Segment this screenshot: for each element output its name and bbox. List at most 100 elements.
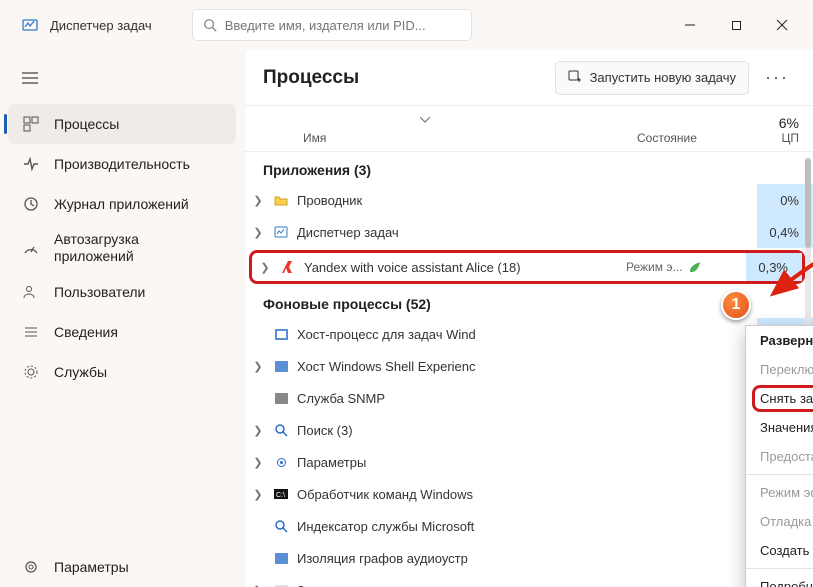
app-icon bbox=[271, 553, 291, 564]
process-row[interactable]: ❯ Диспетчер задач 0,4% bbox=[245, 216, 813, 248]
close-button[interactable] bbox=[759, 9, 805, 41]
grid-icon bbox=[22, 115, 40, 133]
ctx-dump[interactable]: Создать файл дампа памяти bbox=[746, 536, 813, 565]
gear-icon bbox=[271, 456, 291, 469]
scrollbar-thumb[interactable] bbox=[805, 158, 811, 248]
cmd-icon: C:\ bbox=[271, 489, 291, 499]
column-headers[interactable]: Имя Состояние 6% ЦП bbox=[245, 106, 813, 152]
history-icon bbox=[22, 195, 40, 213]
app-icon bbox=[271, 329, 291, 340]
process-name: Диспетчер задач bbox=[291, 225, 637, 240]
sort-indicator-icon bbox=[405, 106, 445, 126]
chevron-right-icon[interactable]: ❯ bbox=[252, 261, 278, 274]
ctx-end-task[interactable]: Снять задачу bbox=[746, 384, 813, 413]
sidebar-item-label: Производительность bbox=[54, 156, 190, 172]
taskmgr-icon bbox=[271, 226, 291, 238]
sidebar-item-label: Журнал приложений bbox=[54, 196, 189, 212]
sidebar-item-label: Параметры bbox=[54, 559, 129, 575]
sidebar-item-users[interactable]: Пользователи bbox=[0, 272, 244, 312]
process-row[interactable]: Хост-процесс для задач Wind% bbox=[245, 318, 813, 350]
play-plus-icon bbox=[568, 69, 582, 86]
pulse-icon bbox=[22, 155, 40, 173]
menu-toggle-button[interactable] bbox=[0, 58, 244, 98]
yandex-icon bbox=[278, 260, 298, 274]
chevron-right-icon[interactable]: ❯ bbox=[245, 584, 271, 587]
process-row-highlighted[interactable]: ❯ Yandex with voice assistant Alice (18)… bbox=[249, 250, 805, 284]
process-name: Служба SNMP bbox=[291, 391, 637, 406]
sidebar-item-label: Службы bbox=[54, 364, 107, 380]
process-name: Хост Windows Shell Experienc bbox=[291, 359, 637, 374]
col-state[interactable]: Состояние bbox=[637, 131, 757, 145]
process-row[interactable]: ❯Запустить..% bbox=[245, 574, 813, 587]
process-name: Изоляция графов аудиоустр bbox=[291, 551, 637, 566]
sidebar-item-details[interactable]: Сведения bbox=[0, 312, 244, 352]
sidebar-item-label: Сведения bbox=[54, 324, 118, 340]
search-icon bbox=[203, 18, 217, 32]
process-row[interactable]: Служба SNMP% bbox=[245, 382, 813, 414]
maximize-button[interactable] bbox=[713, 9, 759, 41]
new-task-button[interactable]: Запустить новую задачу bbox=[555, 61, 749, 95]
process-state: Режим э... bbox=[626, 260, 746, 274]
ctx-details[interactable]: Подробно bbox=[746, 572, 813, 587]
process-row[interactable]: Изоляция графов аудиоустр% bbox=[245, 542, 813, 574]
search-input[interactable] bbox=[225, 18, 461, 33]
process-row[interactable]: ❯ Проводник 0% bbox=[245, 184, 813, 216]
annotation-badge-1: 1 bbox=[721, 290, 751, 320]
app-icon bbox=[271, 393, 291, 404]
chevron-right-icon[interactable]: ❯ bbox=[245, 488, 271, 501]
ctx-feedback: Предоставить отзыв bbox=[746, 442, 813, 471]
ctx-resource-values[interactable]: Значения ресурсов❯ bbox=[746, 413, 813, 442]
chevron-right-icon[interactable]: ❯ bbox=[245, 226, 271, 239]
context-menu: Развернуть Переключи Снять задачу Значен… bbox=[745, 325, 813, 587]
process-name: Поиск (3) bbox=[291, 423, 637, 438]
sidebar-item-app-history[interactable]: Журнал приложений bbox=[0, 184, 244, 224]
sidebar-item-startup[interactable]: Автозагрузка приложений bbox=[0, 224, 244, 272]
more-button[interactable]: ··· bbox=[757, 61, 797, 95]
sidebar-item-label: Пользователи bbox=[54, 284, 145, 300]
process-name: Проводник bbox=[291, 193, 637, 208]
sidebar-item-label: Автозагрузка приложений bbox=[54, 231, 204, 265]
search-icon bbox=[271, 424, 291, 437]
sidebar-item-performance[interactable]: Производительность bbox=[0, 144, 244, 184]
search-box[interactable] bbox=[192, 9, 472, 41]
sidebar: Процессы Производительность Журнал прило… bbox=[0, 50, 245, 587]
process-name: Параметры bbox=[291, 455, 637, 470]
process-cpu: 0,3% bbox=[746, 253, 802, 281]
sidebar-item-label: Процессы bbox=[54, 116, 119, 132]
speed-icon bbox=[22, 239, 40, 257]
col-cpu[interactable]: 6% ЦП bbox=[757, 115, 813, 145]
process-name: Запустить.. bbox=[291, 583, 637, 587]
sidebar-item-services[interactable]: Службы bbox=[0, 352, 244, 392]
app-icon bbox=[271, 361, 291, 372]
services-icon bbox=[22, 363, 40, 381]
ctx-switch-to: Переключи bbox=[746, 355, 813, 384]
new-task-label: Запустить новую задачу bbox=[590, 70, 736, 85]
search-icon bbox=[271, 520, 291, 533]
group-apps: Приложения (3) bbox=[245, 152, 813, 184]
sidebar-item-processes[interactable]: Процессы bbox=[8, 104, 236, 144]
minimize-button[interactable] bbox=[667, 9, 713, 41]
chevron-right-icon[interactable]: ❯ bbox=[245, 194, 271, 207]
process-name: Yandex with voice assistant Alice (18) bbox=[298, 260, 626, 275]
chevron-right-icon[interactable]: ❯ bbox=[245, 456, 271, 469]
ctx-efficiency: Режим эффективности bbox=[746, 478, 813, 507]
col-name[interactable]: Имя bbox=[285, 131, 637, 145]
process-row[interactable]: ❯C:\Обработчик команд Windows% bbox=[245, 478, 813, 510]
sidebar-item-settings[interactable]: Параметры bbox=[0, 547, 244, 587]
list-icon bbox=[22, 323, 40, 341]
process-row[interactable]: Индексатор службы Microsoft% bbox=[245, 510, 813, 542]
folder-icon bbox=[271, 194, 291, 206]
ctx-debug: Отладка bbox=[746, 507, 813, 536]
gear-icon bbox=[22, 558, 40, 576]
users-icon bbox=[22, 283, 40, 301]
process-row[interactable]: ❯Хост Windows Shell Experienc% bbox=[245, 350, 813, 382]
process-row[interactable]: ❯Параметры% bbox=[245, 446, 813, 478]
app-icon bbox=[22, 17, 38, 33]
process-name: Индексатор службы Microsoft bbox=[291, 519, 637, 534]
ctx-expand[interactable]: Развернуть bbox=[746, 326, 813, 355]
leaf-icon bbox=[688, 261, 701, 274]
chevron-right-icon[interactable]: ❯ bbox=[245, 424, 271, 437]
process-row[interactable]: ❯Поиск (3)% bbox=[245, 414, 813, 446]
process-name: Обработчик команд Windows bbox=[291, 487, 637, 502]
chevron-right-icon[interactable]: ❯ bbox=[245, 360, 271, 373]
